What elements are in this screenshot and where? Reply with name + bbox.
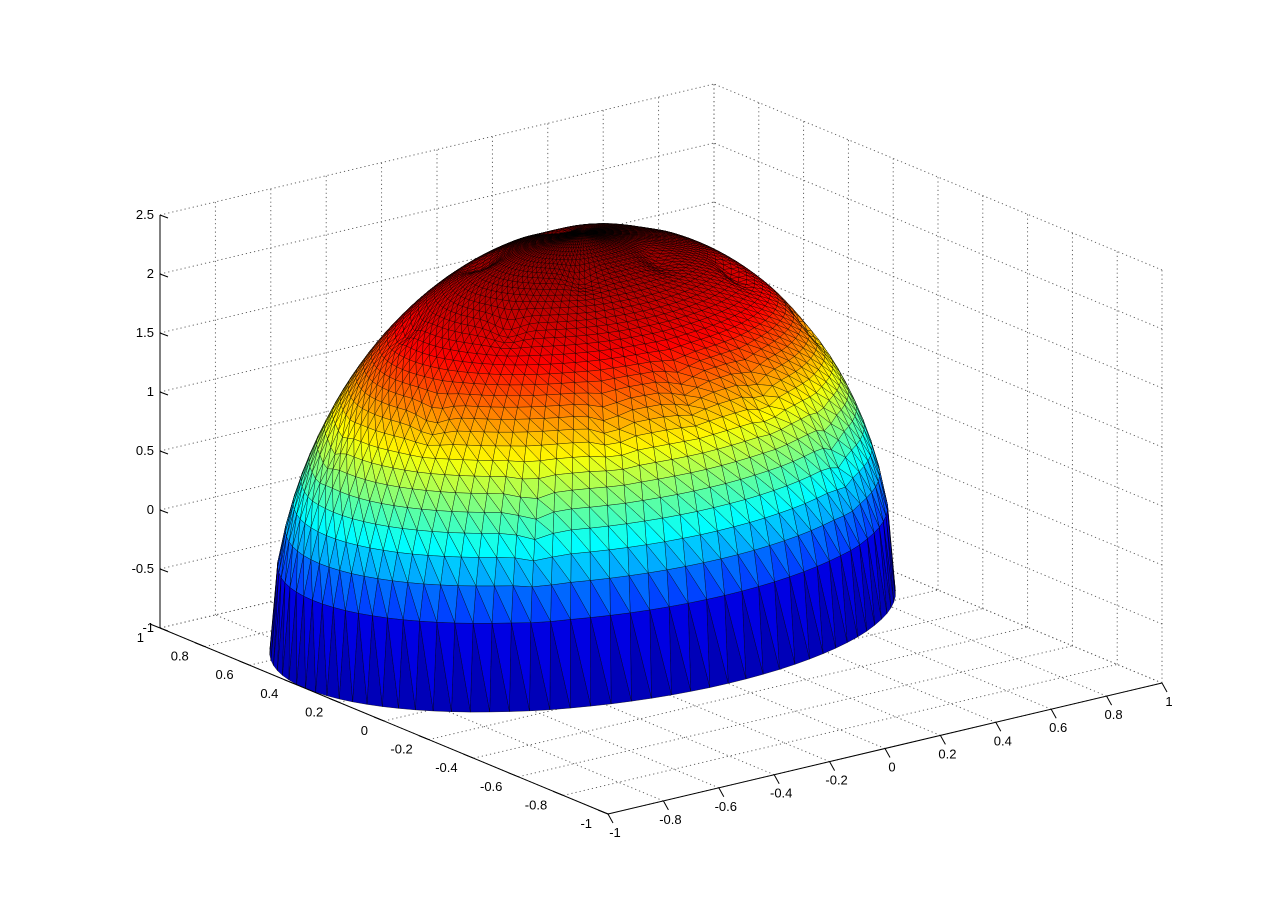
back-wall-grid-line-z bbox=[159, 83, 715, 216]
surface-plot: -1-0.8-0.6-0.4-0.200.20.40.60.81-1-0.8-0… bbox=[132, 83, 1173, 840]
side-wall-grid-line-z bbox=[713, 83, 1163, 271]
surface-mesh bbox=[269, 223, 896, 713]
